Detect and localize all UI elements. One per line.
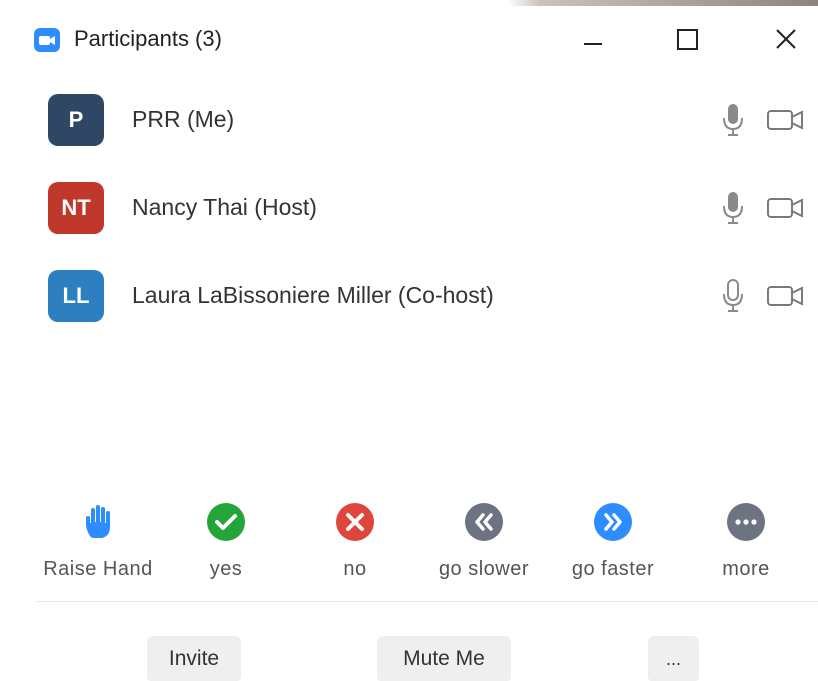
participant-row[interactable]: P PRR (Me)	[0, 80, 818, 150]
participant-row[interactable]: NT Nancy Thai (Host)	[0, 168, 818, 238]
avatar: NT	[48, 182, 104, 234]
video-icon[interactable]	[766, 106, 806, 134]
fast-forward-icon	[594, 503, 632, 541]
maximize-icon	[677, 29, 698, 50]
participant-name: PRR (Me)	[132, 106, 235, 132]
reaction-label: no	[343, 558, 367, 580]
go-faster-button[interactable]: go faster	[543, 500, 683, 596]
avatar: P	[48, 94, 104, 146]
zoom-logo-icon	[34, 28, 60, 52]
close-button[interactable]	[765, 18, 809, 62]
raise-hand-icon	[86, 505, 110, 538]
mic-icon[interactable]	[720, 190, 746, 226]
avatar: LL	[48, 270, 104, 322]
maximize-button[interactable]	[666, 18, 710, 62]
divider	[36, 601, 818, 602]
invite-button[interactable]: Invite	[147, 636, 241, 681]
go-slower-button[interactable]: go slower	[414, 500, 554, 596]
title-bar: Participants (3)	[0, 6, 818, 70]
mic-icon[interactable]	[720, 278, 746, 314]
participants-window: Participants (3) P PRR (Me) NT Nancy Tha…	[0, 0, 818, 681]
participant-name: Nancy Thai (Host)	[132, 194, 317, 220]
reactions-bar: Raise Hand yes no go slower go faster mo…	[0, 500, 818, 600]
mute-me-button[interactable]: Mute Me	[377, 636, 511, 681]
mic-icon[interactable]	[720, 102, 746, 138]
reaction-label: go faster	[571, 558, 655, 580]
participant-name: Laura LaBissoniere Miller (Co-host)	[132, 282, 494, 308]
check-icon	[207, 503, 245, 541]
minimize-button[interactable]	[572, 18, 616, 62]
more-options-button[interactable]: ...	[648, 636, 699, 681]
reaction-label: more	[722, 558, 770, 580]
ellipsis-icon	[727, 503, 765, 541]
video-icon[interactable]	[766, 194, 806, 222]
video-icon[interactable]	[766, 282, 806, 310]
reaction-label: go slower	[438, 558, 530, 580]
no-button[interactable]: no	[285, 500, 425, 596]
x-icon	[336, 503, 374, 541]
more-reactions-button[interactable]: more	[676, 500, 816, 596]
reaction-label: Raise Hand	[43, 558, 153, 580]
close-icon	[776, 29, 796, 49]
window-title: Participants (3)	[74, 26, 222, 51]
participant-row[interactable]: LL Laura LaBissoniere Miller (Co-host)	[0, 256, 818, 326]
reaction-label: yes	[209, 558, 243, 580]
raise-hand-button[interactable]: Raise Hand	[28, 500, 168, 596]
minimize-icon	[584, 43, 602, 45]
rewind-icon	[465, 503, 503, 541]
yes-button[interactable]: yes	[156, 500, 296, 596]
